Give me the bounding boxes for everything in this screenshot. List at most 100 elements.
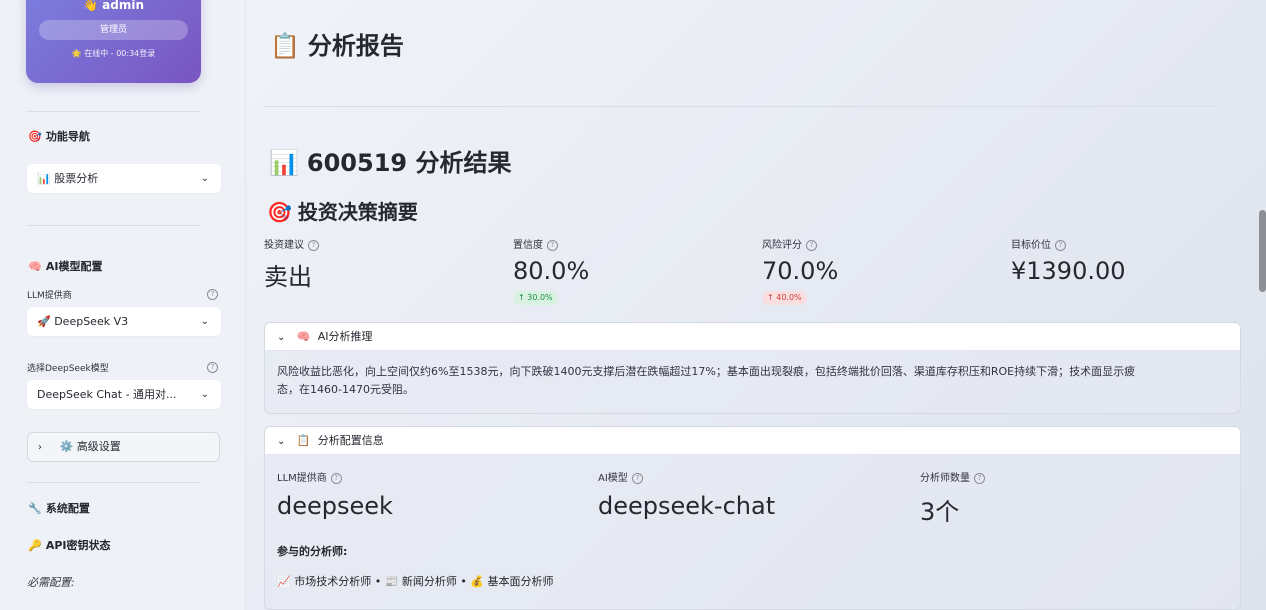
metric-value: 卖出 [264, 263, 312, 291]
chart-icon: 📊 [37, 172, 51, 185]
reasoning-text-line: 风险收益比恶化，向上空间仅约6%至1538元，向下跌破1400元支撑后潜在跌幅超… [277, 365, 1136, 378]
help-icon[interactable]: ? [974, 472, 985, 484]
reasoning-text: 风险收益比恶化，向上空间仅约6%至1538元，向下跌破1400元支撑后潜在跌幅超… [265, 351, 1240, 411]
metric-value: deepseek [277, 492, 393, 520]
summary-title-text: 投资决策摘要 [297, 200, 418, 224]
chevron-down-icon: ⌄ [200, 389, 209, 400]
user-card: 👋 admin 管理员 🌟 在线中 - 00:34登录 [26, 0, 201, 83]
required-config-label: 必需配置: [27, 576, 75, 589]
target-icon: 🎯 [267, 200, 292, 224]
reasoning-expander: ⌄ 🧠 AI分析推理 风险收益比恶化，向上空间仅约6%至1538元，向下跌破14… [264, 322, 1241, 414]
chevron-right-icon: › [38, 442, 42, 453]
advanced-settings-expander[interactable]: › ⚙️ 高级设置 [27, 432, 220, 462]
metric-label-text: AI模型 [598, 473, 628, 484]
brain-icon: 🧠 [28, 260, 42, 273]
help-icon[interactable]: ? [207, 362, 218, 373]
help-icon[interactable]: ? [547, 239, 558, 251]
metric-label-text: 目标价位 [1011, 240, 1051, 251]
metric-confidence: 置信度? 80.0% ↑ 30.0% [513, 236, 589, 305]
page-title: 📋 分析报告 [270, 26, 404, 61]
config-ai-model: AI模型? deepseek-chat [598, 469, 775, 520]
reasoning-text-line: 态，在1460-1470元受阻。 [277, 383, 414, 396]
config-expander-title: 分析配置信息 [317, 434, 384, 447]
target-icon: 🎯 [28, 130, 42, 143]
metric-value: 80.0% [513, 257, 590, 285]
nav-select[interactable]: 📊 股票分析 ⌄ [27, 164, 221, 193]
metric-label: 分析师数量? [920, 469, 985, 484]
advanced-settings-label: 高级设置 [76, 440, 121, 453]
chevron-down-icon: ⌄ [200, 173, 209, 184]
metric-value: 3个 [920, 498, 960, 526]
help-icon[interactable]: ? [631, 472, 643, 484]
metric-delta: ↑ 40.0% [762, 291, 807, 305]
sidebar: 👋 admin 管理员 🌟 在线中 - 00:34登录 🎯 功能导航 📊 股票分… [0, 0, 246, 610]
ai-config-heading: 🧠 AI模型配置 [28, 258, 102, 274]
help-icon[interactable]: ? [1055, 239, 1066, 251]
help-icon[interactable]: ? [308, 239, 319, 251]
nav-heading: 🎯 功能导航 [28, 128, 90, 144]
sidebar-divider [26, 111, 200, 112]
metric-label-text: LLM提供商 [277, 473, 327, 484]
reasoning-expander-header[interactable]: ⌄ 🧠 AI分析推理 [265, 323, 1240, 351]
chevron-down-icon: ⌄ [277, 436, 286, 447]
metric-target-price: 目标价位? ¥1390.00 [1011, 236, 1126, 285]
config-analyst-count: 分析师数量? 3个 [920, 469, 985, 527]
system-config-heading: 🔧 系统配置 [28, 500, 90, 516]
user-name: 👋 admin [83, 0, 144, 12]
metric-label: 风险评分? [762, 236, 838, 251]
config-expander: ⌄ 📋 分析配置信息 LLM提供商? deepseek AI模型? deepse… [264, 426, 1241, 610]
result-title: 📊 600519 分析结果 [269, 143, 511, 178]
metric-label: 置信度? [513, 236, 589, 251]
nav-heading-text: 功能导航 [45, 130, 90, 143]
clipboard-icon: 📋 [270, 32, 300, 60]
metric-label: AI模型? [598, 469, 775, 484]
metric-value: deepseek-chat [598, 492, 776, 520]
main-divider [264, 106, 1216, 107]
sidebar-divider [26, 225, 200, 226]
page-title-text: 分析报告 [307, 32, 404, 60]
config-expander-header[interactable]: ⌄ 📋 分析配置信息 [265, 427, 1240, 455]
key-icon: 🔑 [28, 539, 42, 552]
clipboard-icon: 📋 [296, 434, 311, 447]
model-select-value: DeepSeek Chat - 通用对... [37, 388, 177, 401]
bar-chart-icon: 📊 [269, 149, 299, 177]
llm-provider-value: DeepSeek V3 [54, 315, 129, 328]
participants-list: 📈 市场技术分析师 • 📰 新闻分析师 • 💰 基本面分析师 [277, 575, 554, 588]
metric-value: 70.0% [762, 257, 839, 285]
metric-label-text: 分析师数量 [920, 473, 970, 484]
metric-delta: ↑ 30.0% [513, 291, 558, 305]
scrollbar-thumb[interactable] [1259, 210, 1266, 292]
chevron-down-icon: ⌄ [277, 332, 286, 343]
ai-config-heading-text: AI模型配置 [45, 260, 103, 273]
model-select[interactable]: DeepSeek Chat - 通用对... ⌄ [27, 380, 221, 409]
system-config-heading-text: 系统配置 [45, 502, 90, 515]
metric-label: 目标价位? [1011, 236, 1126, 251]
participants-label: 参与的分析师: [277, 545, 348, 558]
nav-select-value: 股票分析 [54, 172, 99, 185]
gear-icon: ⚙️ [59, 440, 74, 453]
sidebar-divider [26, 482, 200, 483]
api-status-heading: 🔑 API密钥状态 [28, 537, 111, 553]
role-badge: 管理员 [39, 20, 188, 40]
metric-label-text: 风险评分 [762, 240, 802, 251]
metric-risk-score: 风险评分? 70.0% ↑ 40.0% [762, 236, 838, 305]
model-label: 选择DeepSeek模型 [27, 364, 109, 374]
metric-label: 投资建议? [264, 236, 319, 251]
brain-icon: 🧠 [296, 330, 311, 343]
summary-title: 🎯 投资决策摘要 [267, 196, 418, 225]
help-icon[interactable]: ? [330, 472, 342, 484]
help-icon[interactable]: ? [806, 239, 817, 251]
login-status: 🌟 在线中 - 00:34登录 [71, 49, 156, 58]
help-icon[interactable]: ? [207, 289, 218, 300]
llm-provider-label: LLM提供商 [27, 291, 72, 301]
result-title-text: 600519 分析结果 [306, 149, 512, 177]
metric-recommendation: 投资建议? 卖出 [264, 236, 319, 292]
rocket-icon: 🚀 [37, 315, 51, 328]
reasoning-expander-title: AI分析推理 [317, 330, 373, 343]
llm-provider-select[interactable]: 🚀 DeepSeek V3 ⌄ [27, 307, 221, 336]
chevron-down-icon: ⌄ [200, 316, 209, 327]
wrench-icon: 🔧 [28, 502, 42, 515]
metric-label-text: 置信度 [513, 240, 543, 251]
metric-label-text: 投资建议 [264, 240, 304, 251]
metric-value: ¥1390.00 [1011, 257, 1126, 285]
